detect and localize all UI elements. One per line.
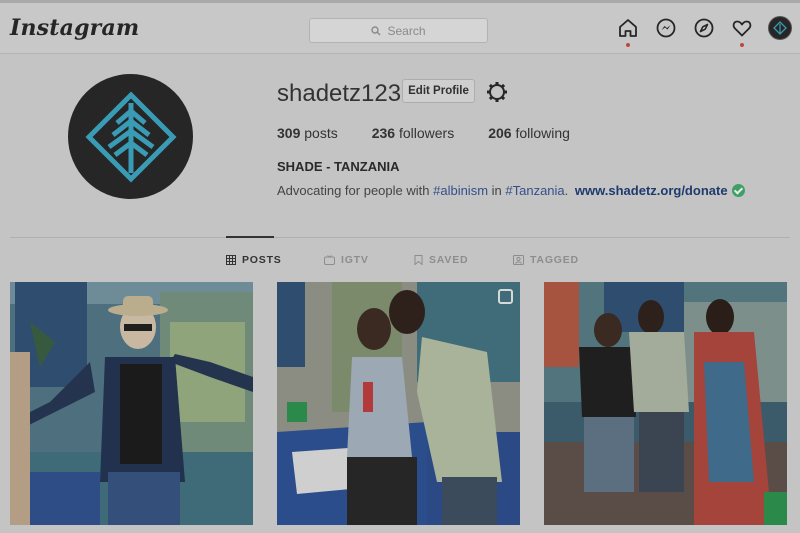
post-photo-man-in-hat [10, 282, 253, 525]
hashtag-albinism[interactable]: #albinism [433, 183, 488, 198]
messenger-icon[interactable] [654, 16, 678, 40]
tab-posts[interactable]: POSTS [226, 254, 324, 266]
grid-icon [226, 255, 236, 265]
edit-profile-button[interactable]: Edit Profile [402, 79, 475, 103]
followers-count[interactable]: 236 followers [372, 125, 455, 141]
profile-tabs: POSTS IGTV SAVED TAGGED [226, 254, 579, 266]
tab-tagged[interactable]: TAGGED [513, 254, 579, 266]
home-notification-dot [626, 43, 630, 47]
instagram-logo[interactable]: Instagram [10, 15, 139, 41]
profile-stats: 309 posts 236 followers 206 following [277, 125, 604, 141]
top-nav-bar: Instagram Search [0, 0, 800, 54]
post-photo-group-discussion [544, 282, 787, 525]
post-thumbnail[interactable] [544, 282, 787, 525]
hashtag-tanzania[interactable]: #Tanzania [505, 183, 564, 198]
search-input[interactable]: Search [309, 18, 488, 43]
profile-bio: Advocating for people with #albinism in … [277, 183, 745, 198]
settings-gear-icon[interactable] [485, 80, 509, 104]
activity-notification-dot [740, 43, 744, 47]
post-thumbnail[interactable] [277, 282, 520, 525]
explore-icon[interactable] [692, 16, 716, 40]
website-link[interactable]: www.shadetz.org/donate [575, 183, 728, 198]
profile-picture[interactable] [68, 74, 193, 199]
tabs-divider [10, 237, 790, 238]
bookmark-icon [414, 255, 423, 265]
shade-logo-icon [84, 90, 177, 183]
profile-avatar[interactable] [768, 16, 792, 40]
profile-full-name: SHADE - TANZANIA [277, 159, 400, 174]
verified-check-icon [731, 184, 745, 197]
search-placeholder: Search [387, 23, 426, 38]
tab-saved[interactable]: SAVED [414, 254, 513, 266]
search-icon [371, 25, 381, 35]
post-photo-signing-document [277, 282, 520, 525]
following-count[interactable]: 206 following [488, 125, 570, 141]
tab-igtv[interactable]: IGTV [324, 254, 414, 266]
tagged-icon [513, 255, 524, 265]
igtv-icon [324, 255, 335, 265]
active-tab-indicator [226, 236, 274, 238]
posts-count[interactable]: 309 posts [277, 125, 338, 141]
post-thumbnail[interactable] [10, 282, 253, 525]
home-icon[interactable] [616, 16, 640, 47]
activity-heart-icon[interactable] [730, 16, 754, 47]
profile-username: shadetz123 [277, 80, 402, 107]
